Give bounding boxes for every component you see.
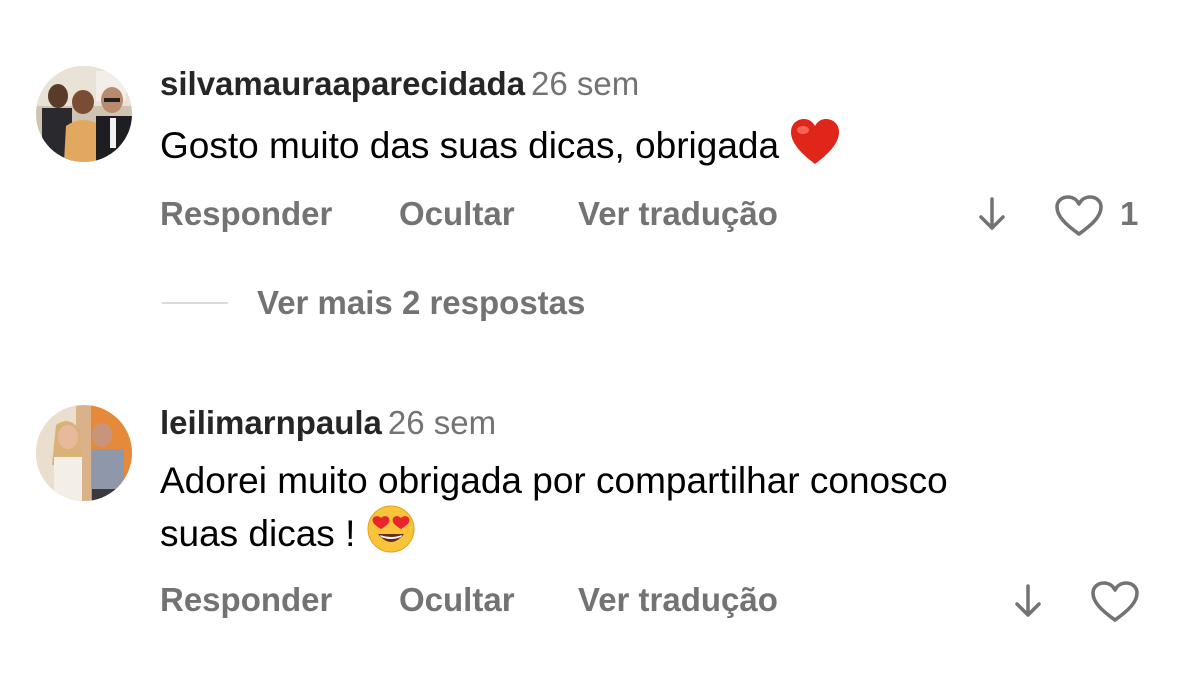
hide-button[interactable]: Ocultar — [399, 194, 515, 234]
avatar[interactable] — [36, 405, 132, 501]
reply-button[interactable]: Responder — [160, 194, 332, 234]
replies-divider — [162, 302, 228, 304]
translate-button[interactable]: Ver tradução — [578, 194, 778, 234]
view-more-replies-button[interactable]: Ver mais 2 respostas — [257, 283, 585, 323]
username[interactable]: silvamauraaparecidada — [160, 65, 525, 102]
comment-text-line-2-wrap: suas dicas ! — [160, 504, 1120, 557]
heart-eyes-emoji — [355, 505, 415, 554]
comment-text-line-1: Adorei muito obrigada por compartilhar c… — [160, 460, 948, 501]
red-heart-emoji — [789, 119, 841, 166]
username[interactable]: leilimarnpaula — [160, 404, 382, 441]
down-arrow-icon[interactable] — [978, 196, 1006, 237]
heart-outline-icon[interactable] — [1090, 580, 1140, 629]
comment-text: Adorei muito obrigada por compartilhar c… — [160, 457, 1120, 557]
translate-button[interactable]: Ver tradução — [578, 580, 778, 620]
comment-text: Gosto muito das suas dicas, obrigada — [160, 118, 1120, 169]
down-arrow-icon[interactable] — [1014, 583, 1042, 624]
reply-button[interactable]: Responder — [160, 580, 332, 620]
like-count[interactable]: 1 — [1120, 194, 1138, 234]
hide-button[interactable]: Ocultar — [399, 580, 515, 620]
avatar[interactable] — [36, 66, 132, 162]
comment-header: leilimarnpaula 26 sem — [160, 403, 496, 443]
comment-text-content: Gosto muito das suas dicas, obrigada — [160, 125, 780, 166]
heart-outline-icon[interactable] — [1054, 194, 1104, 243]
comment-text-line-2: suas dicas ! — [160, 513, 356, 554]
comment-header: silvamauraaparecidada 26 sem — [160, 64, 639, 104]
timestamp: 26 sem — [387, 404, 497, 441]
timestamp: 26 sem — [531, 65, 640, 102]
